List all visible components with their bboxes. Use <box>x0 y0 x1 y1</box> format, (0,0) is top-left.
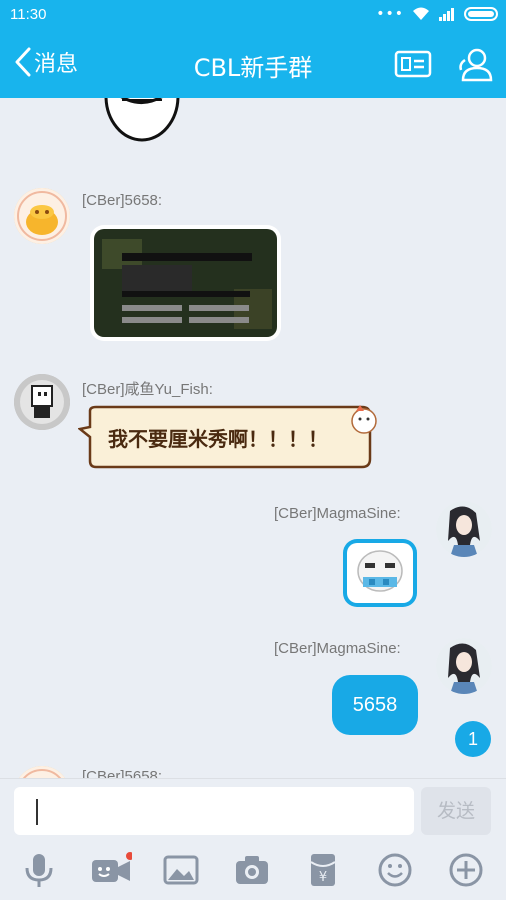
smiley-icon <box>378 853 412 887</box>
chat-area[interactable]: [CBer]5658: [CBer]咸鱼Yu_Fish: 我不要厘米秀啊！！！！… <box>0 98 506 778</box>
plus-icon <box>449 853 483 887</box>
sticker-bubble[interactable]: 我不要厘米秀啊！！！！ <box>78 403 384 471</box>
avatar[interactable] <box>14 766 70 778</box>
video-button[interactable] <box>92 852 134 888</box>
voice-button[interactable] <box>21 852 57 888</box>
text-caret <box>36 799 38 825</box>
status-bar: 11:30 ••• <box>0 0 506 30</box>
avatar[interactable] <box>14 188 70 244</box>
input-bar: 发送 <box>0 778 506 840</box>
camera-button[interactable] <box>234 852 270 888</box>
toolbar: ¥ <box>0 840 506 900</box>
sender-name: [CBer]5658: <box>82 192 163 209</box>
sender-name: [CBer]咸鱼Yu_Fish: <box>82 381 213 398</box>
red-packet-button[interactable]: ¥ <box>305 852 341 888</box>
red-packet-icon: ¥ <box>310 854 336 886</box>
message-input[interactable] <box>14 787 414 835</box>
title-bar: 消息 CBL新手群 <box>0 30 506 98</box>
avatar[interactable] <box>436 638 492 694</box>
group-info-button[interactable] <box>393 44 433 84</box>
unread-badge[interactable]: 1 <box>455 721 491 757</box>
more-button[interactable] <box>448 852 484 888</box>
profile-card-icon <box>394 50 432 78</box>
video-camera-icon <box>92 852 134 882</box>
wifi-icon <box>413 7 429 20</box>
sender-name: [CBer]5658: <box>82 768 163 778</box>
send-button[interactable]: 发送 <box>421 787 491 835</box>
sender-name: [CBer]MagmaSine: <box>274 505 401 522</box>
sticker-text: 我不要厘米秀啊！！！！ <box>108 427 328 451</box>
sticker-image[interactable] <box>343 539 417 607</box>
status-time: 11:30 <box>10 6 47 23</box>
screenshot-image[interactable] <box>90 225 281 341</box>
svg-text:¥: ¥ <box>319 870 327 885</box>
meme-sticker[interactable] <box>104 98 180 142</box>
microphone-icon <box>25 854 53 887</box>
battery-icon <box>464 7 498 21</box>
message-bubble[interactable]: 5658 <box>332 675 418 735</box>
group-members-button[interactable] <box>455 44 495 84</box>
avatar[interactable] <box>436 501 492 557</box>
sender-name: [CBer]MagmaSine: <box>274 640 401 657</box>
members-icon <box>459 48 493 82</box>
camera-icon <box>236 856 268 884</box>
signal-icon <box>439 8 454 21</box>
emoji-button[interactable] <box>377 852 413 888</box>
more-dots-icon: ••• <box>376 6 404 22</box>
avatar[interactable] <box>14 374 70 430</box>
picture-icon <box>163 855 199 885</box>
photo-button[interactable] <box>163 852 199 888</box>
